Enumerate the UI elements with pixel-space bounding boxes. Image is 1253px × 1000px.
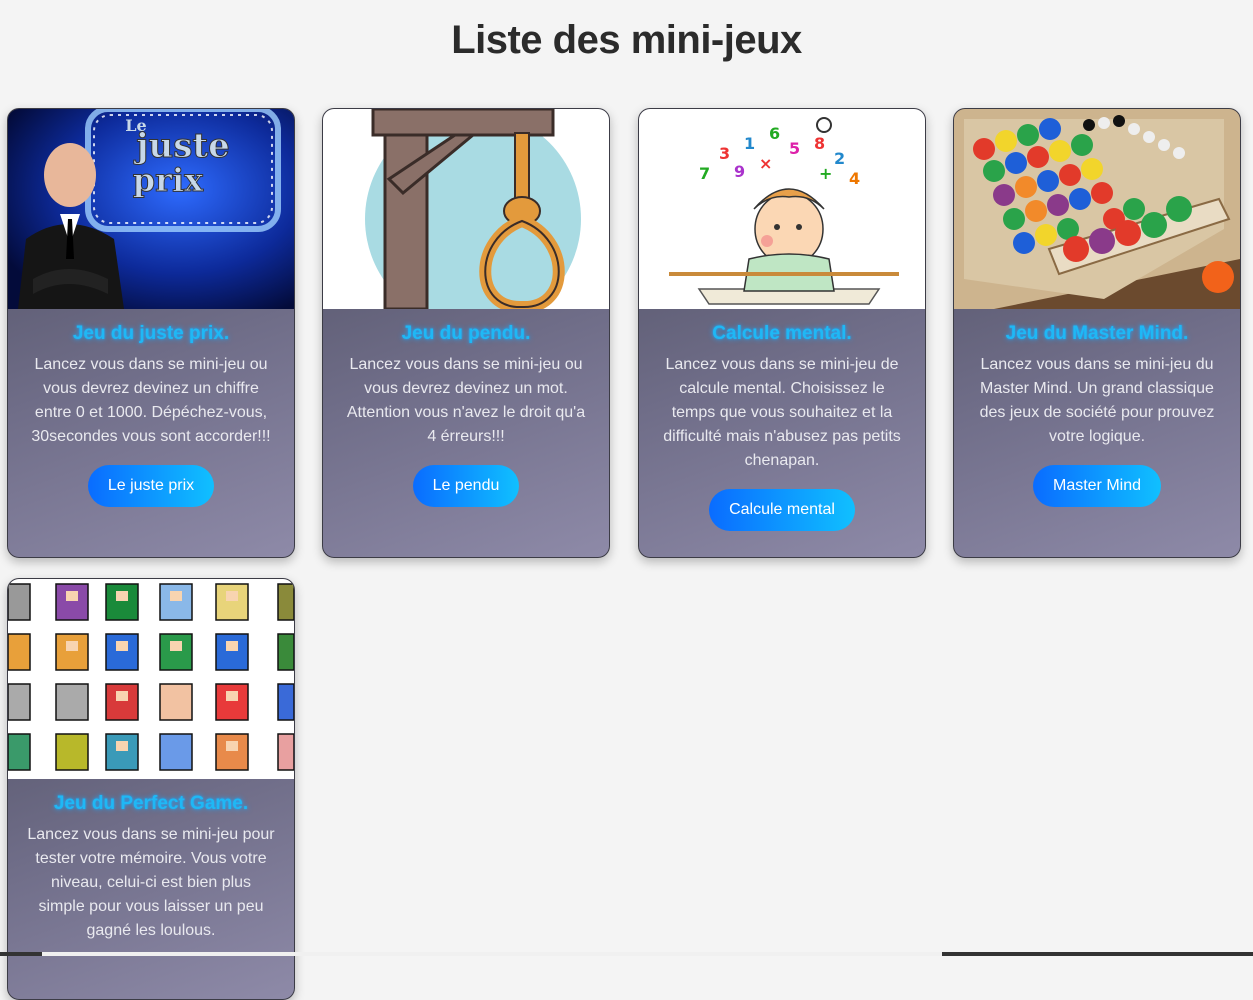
scrollbar-thumb[interactable] (42, 952, 942, 956)
mastermind-board-image (954, 109, 1240, 309)
game-description: Lancez vous dans se mini-jeu pour tester… (27, 826, 275, 939)
svg-text:1: 1 (744, 134, 755, 153)
game-description: Lancez vous dans se mini-jeu de calcule … (663, 356, 901, 469)
play-master-mind-button[interactable]: Master Mind (1032, 465, 1162, 507)
pixel-characters-image (8, 579, 294, 779)
kid-thinking-numbers-image: 3 1 6 5 8 2 7 4 9 + × (639, 109, 925, 309)
svg-text:5: 5 (789, 139, 800, 158)
svg-text:Le: Le (125, 116, 146, 135)
game-card-pendu: Jeu du pendu. Lancez vous dans se mini-j… (322, 108, 610, 558)
game-title: Jeu du Master Mind. (1005, 323, 1189, 344)
game-description: Lancez vous dans se mini-jeu ou vous dev… (31, 356, 271, 445)
svg-text:juste: juste (133, 126, 230, 166)
horizontal-scrollbar[interactable] (0, 952, 1253, 956)
svg-text:4: 4 (849, 169, 860, 188)
game-title: Jeu du pendu. (401, 323, 531, 344)
game-card-juste-prix: juste prix Le Jeu du juste prix. Lancez … (7, 108, 295, 558)
game-description: Lancez vous dans se mini-jeu du Master M… (979, 356, 1215, 445)
svg-text:6: 6 (769, 124, 780, 143)
svg-text:8: 8 (814, 134, 825, 153)
game-title: Calcule mental. (712, 323, 852, 344)
game-title: Jeu du juste prix. (72, 323, 230, 344)
svg-text:7: 7 (699, 164, 710, 183)
game-card-master-mind: Jeu du Master Mind. Lancez vous dans se … (953, 108, 1241, 558)
page-title: Liste des mini-jeux (451, 18, 802, 62)
game-description: Lancez vous dans se mini-jeu ou vous dev… (346, 356, 586, 445)
game-title: Jeu du Perfect Game. (53, 793, 249, 814)
game-card-perfect-game: Jeu du Perfect Game. Lancez vous dans se… (7, 578, 295, 1000)
svg-text:9: 9 (734, 162, 745, 181)
game-card-calcule-mental: 3 1 6 5 8 2 7 4 9 + × Calcule mental. La… (638, 108, 926, 558)
play-juste-prix-button[interactable]: Le juste prix (87, 465, 215, 507)
svg-text:3: 3 (719, 144, 730, 163)
game-show-host-image: juste prix Le (8, 109, 294, 309)
play-pendu-button[interactable]: Le pendu (412, 465, 520, 507)
play-calcule-mental-button[interactable]: Calcule mental (709, 489, 855, 531)
svg-text:+: + (819, 164, 832, 183)
svg-text:×: × (759, 154, 772, 173)
svg-text:prix: prix (133, 161, 204, 199)
hangman-noose-image (323, 109, 609, 309)
svg-text:2: 2 (834, 149, 845, 168)
